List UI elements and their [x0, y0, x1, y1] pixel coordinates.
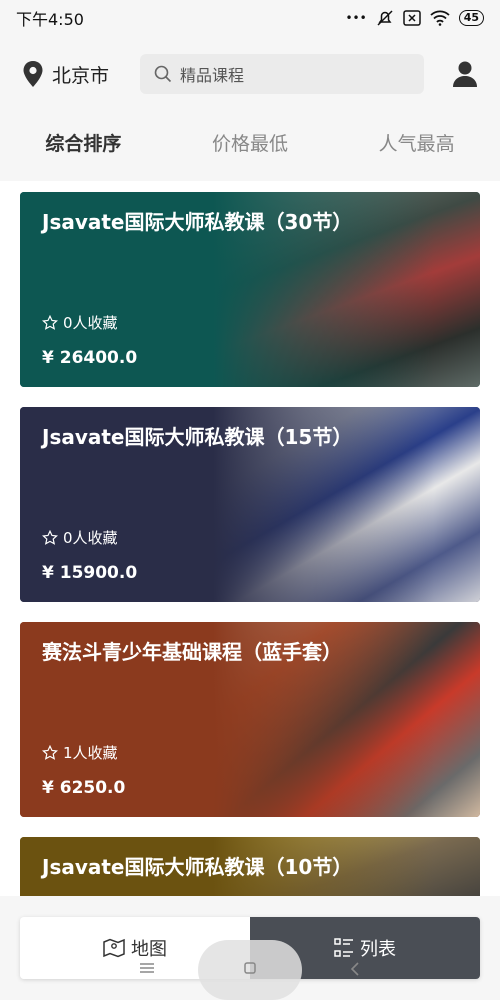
course-card[interactable]: 赛法斗青少年基础课程（蓝手套） 1人收藏 ¥ 6250.0 — [20, 622, 480, 817]
favorite-count[interactable]: 1人收藏 — [42, 742, 118, 763]
tab-most-popular[interactable]: 人气最高 — [333, 124, 500, 164]
city-name: 北京市 — [52, 64, 110, 87]
search-input[interactable]: 精品课程 — [140, 54, 424, 94]
list-icon — [334, 938, 353, 957]
mute-bell-icon — [377, 10, 393, 26]
course-title: Jsavate国际大师私教课（10节） — [42, 855, 353, 879]
profile-button[interactable] — [452, 60, 478, 88]
tab-lowest-price[interactable]: 价格最低 — [167, 124, 334, 164]
wifi-icon — [430, 10, 450, 26]
course-title: Jsavate国际大师私教课（30节） — [42, 210, 353, 234]
course-title: 赛法斗青少年基础课程（蓝手套） — [42, 640, 342, 664]
course-price: ¥ 26400.0 — [42, 348, 138, 368]
status-bar: 下午4:50 ••• 45 — [0, 0, 500, 36]
search-placeholder: 精品课程 — [180, 66, 245, 85]
map-view-label: 地图 — [131, 939, 167, 960]
status-icons: ••• 45 — [345, 9, 484, 27]
star-icon — [42, 744, 58, 760]
favorite-count[interactable]: 0人收藏 — [42, 312, 118, 333]
map-icon — [103, 938, 125, 958]
course-title: Jsavate国际大师私教课（15节） — [42, 425, 353, 449]
favorite-text: 0人收藏 — [63, 314, 118, 332]
sort-tabs: 综合排序 价格最低 人气最高 — [0, 124, 500, 164]
more-dots-icon: ••• — [345, 11, 367, 25]
back-nav-icon[interactable] — [350, 962, 360, 976]
favorite-count[interactable]: 0人收藏 — [42, 527, 118, 548]
list-view-label: 列表 — [360, 939, 396, 960]
sim-icon — [402, 10, 421, 26]
user-icon — [453, 61, 477, 87]
star-icon — [42, 314, 58, 330]
favorite-text: 0人收藏 — [63, 529, 118, 547]
location-pin-icon — [23, 61, 43, 87]
battery-indicator: 45 — [458, 10, 484, 26]
city-selector[interactable]: 北京市 — [22, 60, 140, 88]
status-time: 下午4:50 — [16, 10, 84, 29]
search-icon — [154, 65, 172, 83]
home-nav-icon[interactable] — [244, 962, 256, 974]
header: 北京市 精品课程 — [0, 48, 500, 100]
favorite-text: 1人收藏 — [63, 744, 118, 762]
course-card[interactable]: Jsavate国际大师私教课（15节） 0人收藏 ¥ 15900.0 — [20, 407, 480, 602]
course-price: ¥ 15900.0 — [42, 563, 138, 583]
menu-nav-icon[interactable] — [140, 962, 154, 974]
tab-comprehensive[interactable]: 综合排序 — [0, 124, 167, 164]
course-card[interactable]: Jsavate国际大师私教课（30节） 0人收藏 ¥ 26400.0 — [20, 192, 480, 387]
course-price: ¥ 6250.0 — [42, 778, 126, 798]
star-icon — [42, 529, 58, 545]
